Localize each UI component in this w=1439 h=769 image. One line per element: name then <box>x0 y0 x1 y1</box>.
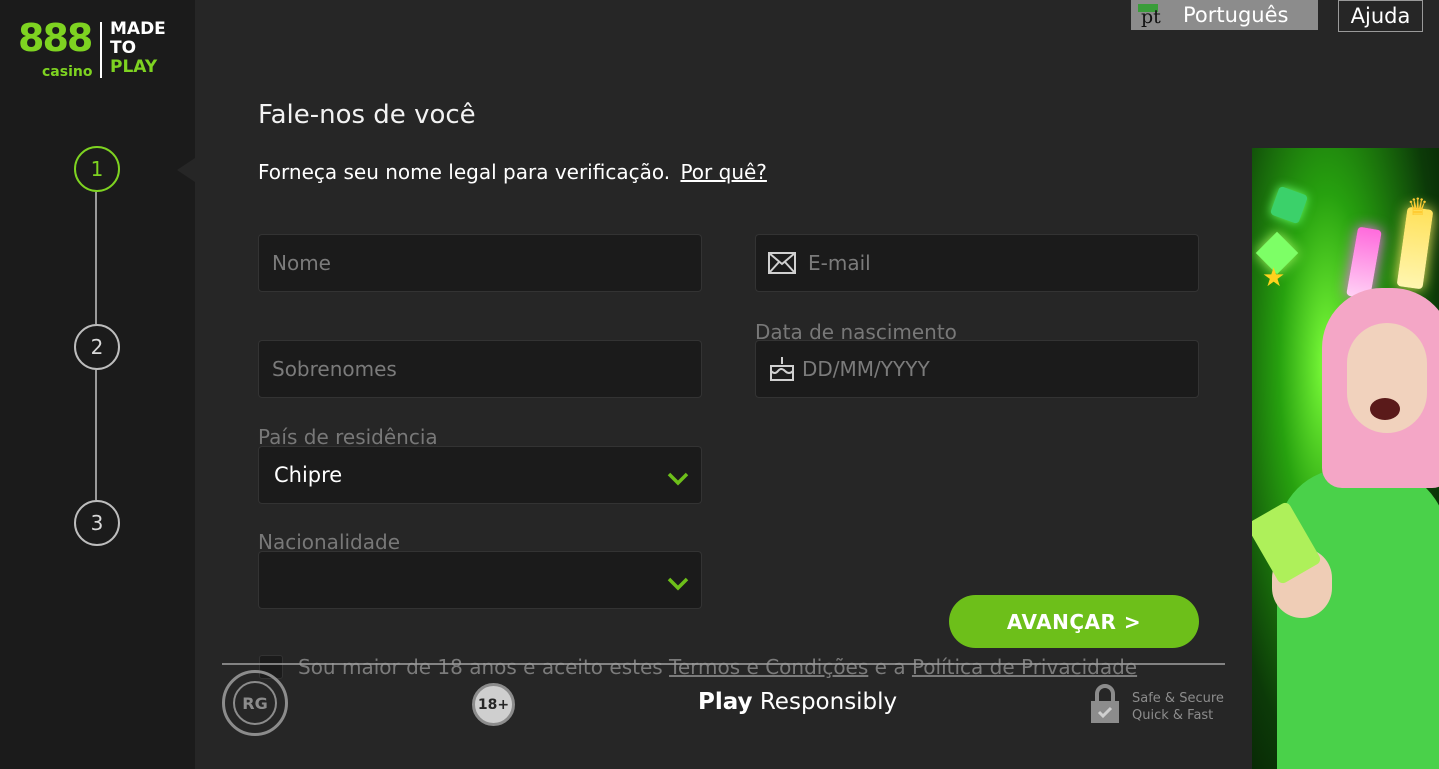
language-label: Português <box>1183 3 1289 27</box>
secure-line1: Safe & Secure <box>1132 691 1224 706</box>
step-3: 3 <box>74 500 120 546</box>
brand-logo[interactable]: 888 casino MADE TO PLAY <box>18 16 178 82</box>
first-name-placeholder: Nome <box>272 251 331 275</box>
footer-divider <box>222 663 1225 665</box>
logo-divider <box>100 22 102 78</box>
subtitle-text: Forneça seu nome legal para verificação. <box>258 160 671 184</box>
next-button[interactable]: AVANÇAR > <box>949 595 1199 648</box>
secure-text: Safe & Secure Quick & Fast <box>1132 690 1224 724</box>
page-title: Fale-nos de você <box>258 100 476 130</box>
person-mouth <box>1370 398 1400 420</box>
logo-tagline-line3: PLAY <box>110 57 158 77</box>
cake-icon <box>762 356 802 382</box>
logo-number: 888 <box>18 16 93 60</box>
dob-field[interactable]: DD/MM/YYYY <box>755 340 1199 398</box>
play-responsibly: Play Responsibly <box>698 689 897 715</box>
email-field[interactable]: E-mail <box>755 234 1199 292</box>
terms-prefix: Sou maior de 18 anos e aceito estes <box>298 655 663 679</box>
country-select[interactable]: Chipre <box>258 446 702 504</box>
language-code: pt <box>1141 6 1161 28</box>
chevron-down-icon <box>667 467 689 491</box>
why-link[interactable]: Por quê? <box>680 160 766 184</box>
chevron-down-icon <box>667 572 689 596</box>
crown-icon: ♛ <box>1407 193 1429 221</box>
terms-middle: e a <box>874 655 906 679</box>
country-value: Chipre <box>274 463 343 487</box>
flag-icon: pt <box>1133 0 1167 30</box>
responsible-gaming-badge[interactable]: RG <box>222 670 288 736</box>
help-button[interactable]: Ajuda <box>1338 0 1423 32</box>
person-body <box>1277 468 1439 769</box>
terms-link[interactable]: Termos e Condições <box>669 655 868 679</box>
first-name-field[interactable]: Nome <box>258 234 702 292</box>
email-placeholder: E-mail <box>808 251 871 275</box>
logo-tagline-line2: TO <box>110 38 137 58</box>
page-subtitle: Forneça seu nome legal para verificação.… <box>258 160 767 184</box>
rg-text: RG <box>233 681 277 725</box>
privacy-link[interactable]: Política de Privacidade <box>912 655 1137 679</box>
step-connector <box>95 370 97 500</box>
logo-tagline-line1: MADE <box>110 19 166 39</box>
terms-text: Sou maior de 18 anos e aceito estes Term… <box>298 653 1138 681</box>
surname-field[interactable]: Sobrenomes <box>258 340 702 398</box>
active-step-pointer <box>177 158 195 182</box>
logo-tagline: MADE TO PLAY <box>110 20 166 77</box>
sidebar: 888 casino MADE TO PLAY 1 2 3 <box>0 0 195 769</box>
promo-banner-image: ★ ♛ <box>1252 148 1439 769</box>
lock-icon <box>1089 683 1121 729</box>
envelope-icon <box>762 252 802 274</box>
dice-decoration <box>1269 185 1309 225</box>
surname-placeholder: Sobrenomes <box>272 357 397 381</box>
secure-line2: Quick & Fast <box>1132 708 1214 723</box>
play-rest: Responsibly <box>759 689 898 715</box>
age-18-badge[interactable]: 18+ <box>472 683 515 726</box>
nationality-select[interactable] <box>258 551 702 609</box>
logo-sub: casino <box>42 64 93 80</box>
step-1: 1 <box>74 146 120 192</box>
step-2: 2 <box>74 324 120 370</box>
step-connector <box>95 192 97 324</box>
language-selector[interactable]: pt Português <box>1131 0 1318 30</box>
dob-placeholder: DD/MM/YYYY <box>802 357 930 381</box>
star-icon: ★ <box>1262 263 1286 293</box>
play-bold: Play <box>698 689 753 715</box>
